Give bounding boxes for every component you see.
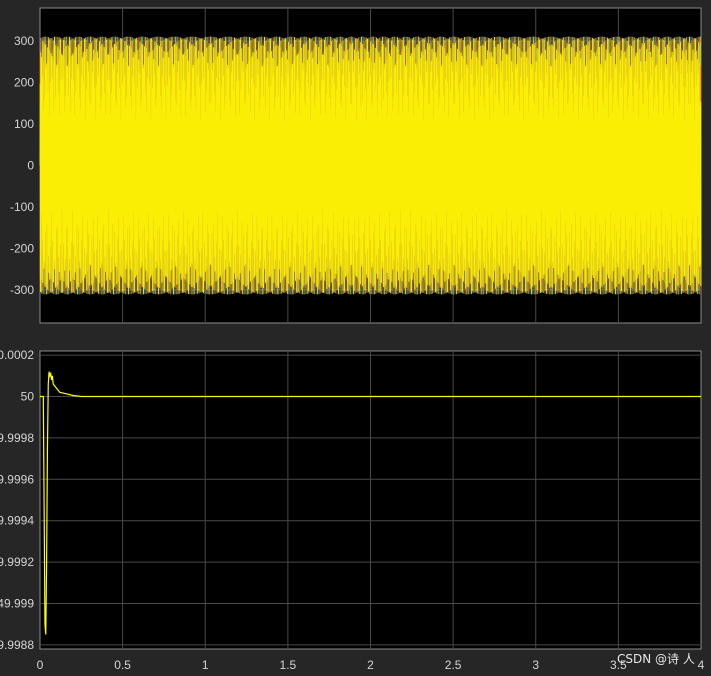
y-tick-label: 0 (27, 159, 34, 173)
x-tick-label: 3 (532, 658, 539, 672)
frequency-axes: 50.00025049.999849.999649.999449.999249.… (0, 348, 705, 672)
y-tick-label: 49.9992 (0, 555, 34, 569)
y-tick-label: 49.9988 (0, 638, 34, 652)
y-tick-label: -100 (10, 200, 34, 214)
x-tick-label: 1 (202, 658, 209, 672)
y-tick-label: 100 (14, 117, 34, 131)
x-tick-label: 0 (37, 658, 44, 672)
x-tick-label: 0.5 (114, 658, 131, 672)
voltage-series (39, 36, 702, 295)
y-tick-label: 49.9994 (0, 514, 34, 528)
x-tick-label: 4 (698, 658, 705, 672)
y-tick-label: -200 (10, 241, 34, 255)
y-tick-label: 200 (14, 76, 34, 90)
frequency-x-ticks: 0 0.5 1 1.5 2 2.5 3 3.5 4 (37, 658, 705, 672)
y-tick-label: 49.9996 (0, 472, 34, 486)
x-tick-label: 2.5 (445, 658, 462, 672)
voltage-axes: 300 200 100 0 -100 -200 -300 (10, 7, 702, 324)
x-tick-label: 1.5 (280, 658, 297, 672)
y-tick-label: 49.9998 (0, 431, 34, 445)
y-tick-label: 300 (14, 34, 34, 48)
voltage-phase-line (39, 36, 702, 295)
y-tick-label: 50 (21, 390, 35, 404)
frequency-y-ticks: 50.0002 50 49.9998 49.9996 49.9994 49.9992 49.… (0, 348, 34, 652)
scope-figure: 300 200 100 0 -100 -200 -300 50.0002 50 49.9998 4… (0, 7, 705, 672)
y-tick-label: -300 (10, 283, 34, 297)
y-tick-label: 49.999 (0, 596, 34, 610)
x-tick-label: 2 (367, 658, 374, 672)
watermark: CSDN @诗 人 (617, 652, 695, 666)
voltage-y-ticks: 300 200 100 0 -100 -200 -300 (10, 34, 34, 297)
y-tick-label: 50.0002 (0, 348, 34, 362)
